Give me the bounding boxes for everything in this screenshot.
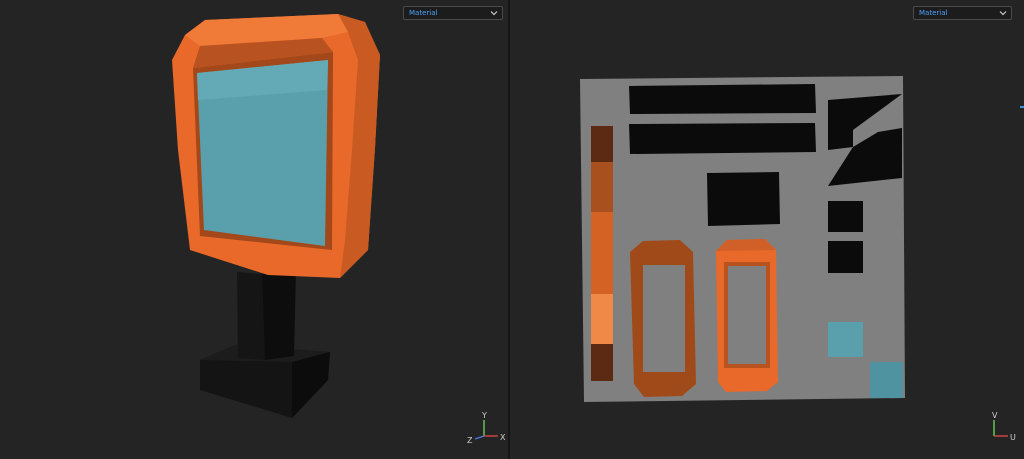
y-axis-label: Y	[481, 411, 487, 420]
editor-window: Material Y X Z Material V U	[0, 0, 1024, 459]
uv-island	[828, 241, 863, 273]
chevron-down-icon	[999, 11, 1007, 16]
scroll-indicator[interactable]	[1020, 106, 1024, 108]
shading-mode-label: Material	[409, 9, 438, 17]
z-axis-line	[474, 435, 485, 440]
monitor-model[interactable]	[0, 0, 508, 459]
x-axis-label: X	[500, 433, 506, 442]
uv-texture-map[interactable]	[510, 0, 1024, 459]
uv-island	[591, 126, 613, 162]
z-axis-label: Z	[467, 436, 473, 444]
axis-gizmo: Y X Z	[467, 411, 506, 444]
v-axis-label: V	[992, 411, 998, 420]
uv-island	[629, 123, 816, 154]
u-axis-label: U	[1010, 433, 1016, 442]
uv-island	[707, 172, 780, 226]
shading-mode-label: Material	[919, 9, 948, 17]
uv-axis-gizmo: V U	[992, 411, 1016, 442]
uv-island	[629, 84, 816, 114]
uv-island-screen	[870, 362, 903, 398]
stand-pole	[237, 272, 265, 360]
3d-viewport[interactable]: Material Y X Z	[0, 0, 508, 459]
uv-viewport[interactable]: Material V U	[510, 0, 1024, 459]
chevron-down-icon	[490, 11, 498, 16]
uv-island-screen	[828, 322, 863, 357]
shading-mode-dropdown[interactable]: Material	[403, 6, 503, 20]
uv-island	[828, 201, 863, 232]
shading-mode-dropdown[interactable]: Material	[913, 6, 1012, 20]
